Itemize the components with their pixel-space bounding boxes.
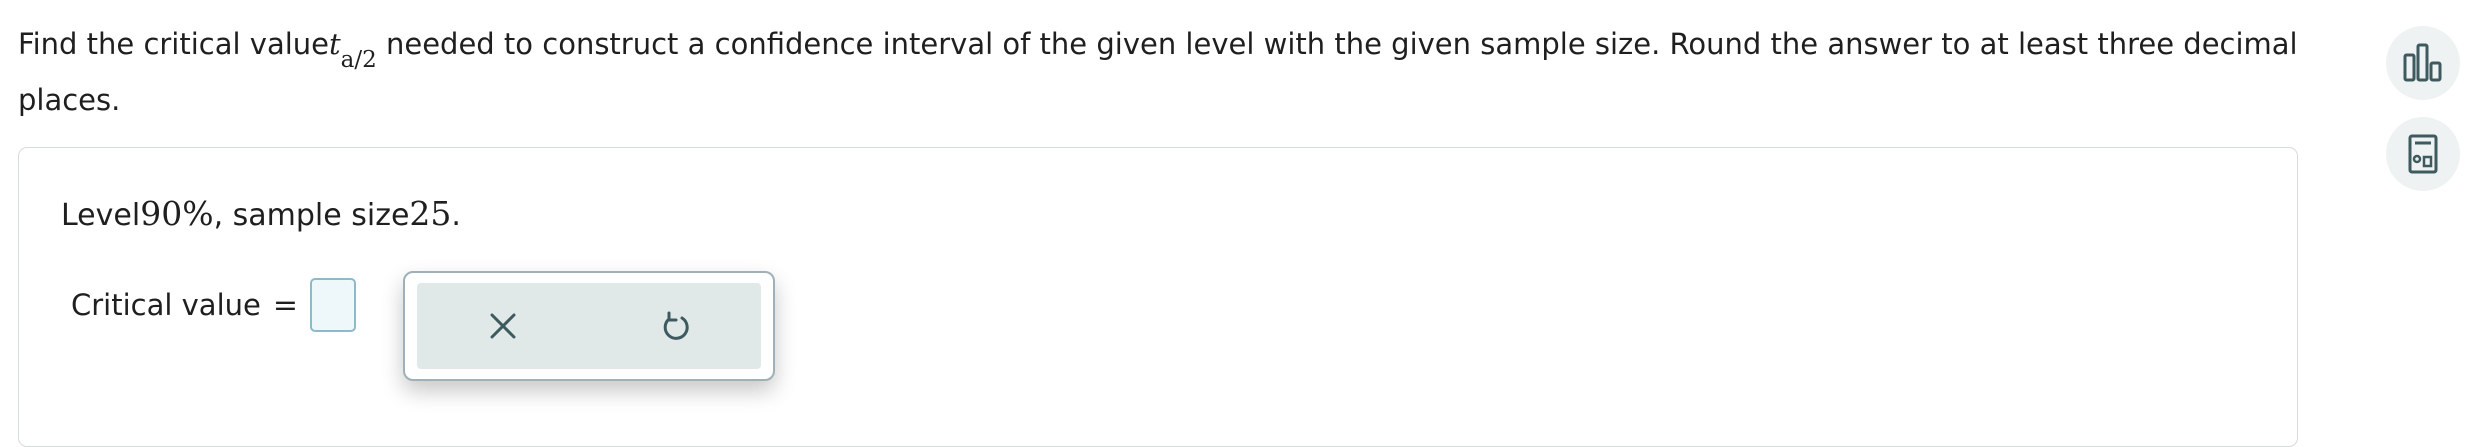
question-text: Find the critical valueta/2 needed to co… bbox=[18, 18, 2298, 127]
clear-button[interactable] bbox=[417, 283, 589, 369]
sample-size-value: 25 bbox=[409, 194, 452, 233]
critical-value-symbol: t bbox=[329, 27, 341, 61]
calculator-button[interactable] bbox=[2386, 117, 2460, 191]
problem-statement: Level90%, sample size25. bbox=[61, 194, 461, 233]
undo-button[interactable] bbox=[589, 283, 761, 369]
answer-row: Critical value = bbox=[71, 278, 356, 332]
critical-value-subscript: a/2 bbox=[340, 47, 377, 73]
sample-size-label: , sample size bbox=[213, 198, 410, 233]
data-chart-button[interactable] bbox=[2386, 26, 2460, 100]
question-text-before: Find the critical value bbox=[18, 27, 329, 61]
undo-icon bbox=[663, 311, 689, 340]
level-value: 90% bbox=[140, 194, 214, 233]
close-icon bbox=[490, 313, 516, 339]
bar-chart-icon bbox=[2403, 43, 2442, 82]
critical-value-input[interactable] bbox=[310, 278, 356, 332]
problem-end: . bbox=[451, 198, 461, 233]
equals-sign: = bbox=[272, 287, 298, 323]
level-label: Level bbox=[61, 198, 141, 233]
question-card: Level90%, sample size25. Critical value … bbox=[18, 147, 2298, 447]
calculator-icon bbox=[2408, 134, 2438, 174]
answer-tools-popup bbox=[403, 271, 775, 381]
critical-value-label: Critical value bbox=[71, 288, 261, 322]
answer-tools-panel bbox=[417, 283, 761, 369]
